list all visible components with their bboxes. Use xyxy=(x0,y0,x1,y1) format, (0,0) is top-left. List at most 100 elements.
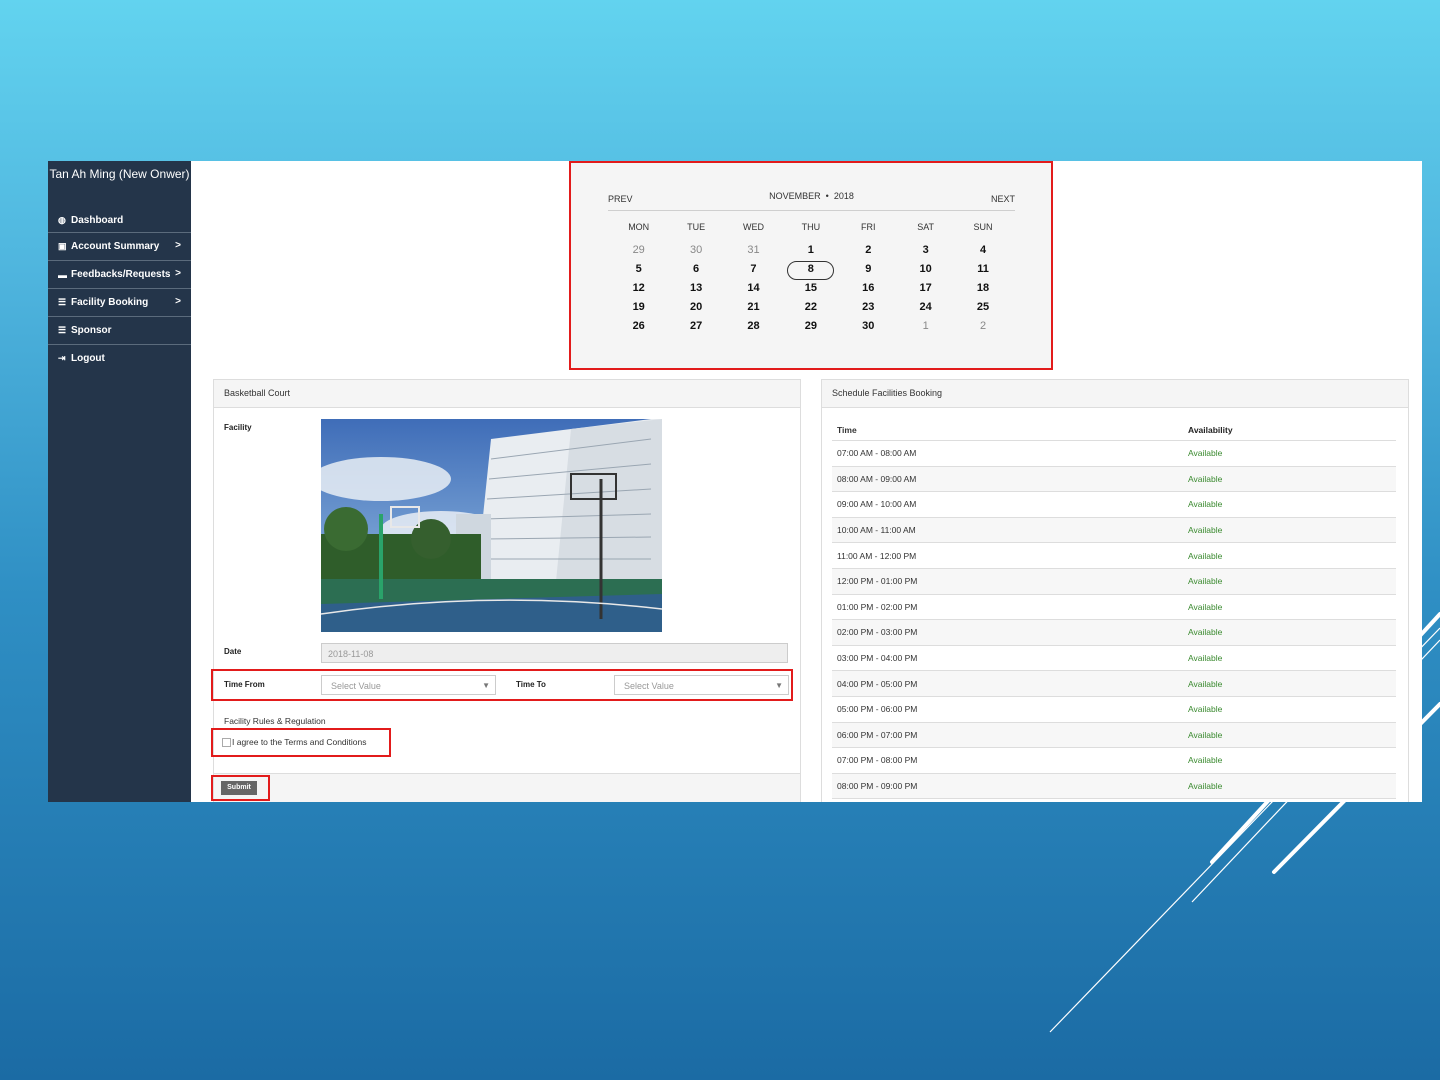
calendar-day[interactable]: 19 xyxy=(610,298,667,317)
time-slot: 07:00 PM - 08:00 PM xyxy=(837,755,918,766)
time-from-select[interactable]: Select Value ▼ xyxy=(321,675,496,695)
calendar-weekday: FRI xyxy=(861,222,876,232)
calendar-day[interactable]: 2 xyxy=(954,317,1011,336)
sidebar-item-dashboard[interactable]: ◍ Dashboard xyxy=(48,208,191,233)
user-name: Tan Ah Ming (New Onwer) xyxy=(49,167,190,181)
calendar-day[interactable]: 1 xyxy=(897,317,954,336)
sidebar-item-sponsor[interactable]: ☰ Sponsor xyxy=(48,317,191,345)
table-row[interactable]: 05:00 PM - 06:00 PM Available xyxy=(832,697,1396,723)
calendar-day[interactable]: 9 xyxy=(840,260,897,279)
calendar-day[interactable]: 14 xyxy=(725,279,782,298)
calendar-day[interactable]: 28 xyxy=(725,317,782,336)
calendar-day[interactable]: 25 xyxy=(954,298,1011,317)
calendar-day[interactable]: 23 xyxy=(840,298,897,317)
table-row[interactable]: 01:00 PM - 02:00 PM Available xyxy=(832,595,1396,621)
time-slot: 06:00 PM - 07:00 PM xyxy=(837,729,918,740)
calendar-day[interactable]: 30 xyxy=(840,317,897,336)
table-row[interactable]: 04:00 PM - 05:00 PM Available xyxy=(832,671,1396,697)
calendar-day[interactable]: 13 xyxy=(667,279,724,298)
sidebar-item-label: Account Summary xyxy=(71,241,160,252)
sidebar-item-feedbacks[interactable]: ▬ Feedbacks/Requests > xyxy=(48,261,191,289)
schedule-panel: Schedule Facilities Booking Time Availab… xyxy=(821,379,1409,802)
table-row[interactable]: 06:00 PM - 07:00 PM Available xyxy=(832,722,1396,749)
calendar-day[interactable]: 26 xyxy=(610,317,667,336)
calendar-day[interactable]: 22 xyxy=(782,298,839,317)
calendar-day[interactable]: 3 xyxy=(897,241,954,260)
calendar-grid: MON TUE WED THU FRI SAT SUN 29 30 31 1 2 3 4 5 6 7 8 9 10 1… xyxy=(610,219,1012,336)
table-row[interactable]: 07:00 PM - 08:00 PM Available xyxy=(832,748,1396,774)
availability-status: Available xyxy=(1188,755,1223,766)
sidebar-item-label: Facility Booking xyxy=(71,297,149,308)
sidebar-item-label: Feedbacks/Requests xyxy=(71,269,171,280)
calendar-day[interactable]: 17 xyxy=(897,279,954,298)
calendar-day[interactable]: 6 xyxy=(667,260,724,279)
list-icon: ☰ xyxy=(58,325,67,335)
schedule-panel-title: Schedule Facilities Booking xyxy=(822,380,1408,408)
chevron-right-icon: > xyxy=(175,296,181,307)
table-row[interactable]: 12:00 PM - 01:00 PM Available xyxy=(832,568,1396,595)
calendar-day[interactable]: 16 xyxy=(840,279,897,298)
time-slot: 08:00 PM - 09:00 PM xyxy=(837,781,918,792)
table-row[interactable]: 03:00 PM - 04:00 PM Available xyxy=(832,646,1396,672)
terms-label[interactable]: I agree to the Terms and Conditions xyxy=(232,737,367,747)
date-field[interactable]: 2018-11-08 xyxy=(321,643,788,663)
sidebar-item-account-summary[interactable]: ▣ Account Summary > xyxy=(48,233,191,261)
time-to-label: Time To xyxy=(516,680,546,689)
calendar-day[interactable]: 18 xyxy=(954,279,1011,298)
table-row[interactable]: 09:00 PM - 10:00 PMAvailable xyxy=(832,799,1396,802)
time-slot: 10:00 AM - 11:00 AM xyxy=(837,525,916,536)
calendar-day[interactable]: 29 xyxy=(610,241,667,260)
calendar-day[interactable]: 4 xyxy=(954,241,1011,260)
table-row[interactable]: 08:00 AM - 09:00 AM Available xyxy=(832,466,1396,493)
calendar-day[interactable]: 12 xyxy=(610,279,667,298)
calendar-day[interactable]: 1 xyxy=(782,241,839,260)
calendar-day[interactable]: 2 xyxy=(840,241,897,260)
time-slot: 11:00 AM - 12:00 PM xyxy=(837,550,917,561)
calendar-day-selected[interactable]: 8 xyxy=(782,260,839,280)
calendar-day[interactable]: 31 xyxy=(725,241,782,260)
sidebar: Tan Ah Ming (New Onwer) ◍ Dashboard ▣ Ac… xyxy=(48,161,191,802)
availability-status: Available xyxy=(1188,678,1223,689)
booking-panel-title: Basketball Court xyxy=(214,380,800,408)
time-slot: 01:00 PM - 02:00 PM xyxy=(837,601,918,612)
calendar-day[interactable]: 10 xyxy=(897,260,954,279)
folder-icon: ▣ xyxy=(58,241,67,251)
time-from-label: Time From xyxy=(224,680,265,689)
table-row[interactable]: 11:00 AM - 12:00 PM Available xyxy=(832,543,1396,569)
sidebar-item-facility-booking[interactable]: ☰ Facility Booking > xyxy=(48,289,191,317)
calendar-day[interactable]: 24 xyxy=(897,298,954,317)
terms-checkbox[interactable] xyxy=(222,738,231,747)
time-slot: 07:00 AM - 08:00 AM xyxy=(837,448,917,459)
facility-label: Facility xyxy=(224,423,252,432)
dropdown-arrow-icon: ▼ xyxy=(775,681,783,690)
list-icon: ☰ xyxy=(58,297,67,307)
sidebar-item-logout[interactable]: ⇥ Logout xyxy=(48,345,191,372)
calendar-day[interactable]: 7 xyxy=(725,260,782,279)
table-row[interactable]: 10:00 AM - 11:00 AM Available xyxy=(832,517,1396,544)
calendar-day[interactable]: 29 xyxy=(782,317,839,336)
table-row[interactable]: 08:00 PM - 09:00 PM Available xyxy=(832,773,1396,800)
calendar-weekday: WED xyxy=(742,222,764,232)
calendar-weekday: SAT xyxy=(917,222,935,232)
calendar-day[interactable]: 30 xyxy=(667,241,724,260)
calendar-day[interactable]: 27 xyxy=(667,317,724,336)
availability-status: Available xyxy=(1188,525,1223,536)
calendar-day[interactable]: 21 xyxy=(725,298,782,317)
table-row[interactable]: 02:00 PM - 03:00 PM Available xyxy=(832,620,1396,646)
table-row[interactable]: 09:00 AM - 10:00 AM Available xyxy=(832,492,1396,518)
booking-panel-footer xyxy=(214,773,800,802)
calendar-day[interactable]: 15 xyxy=(782,279,839,298)
calendar-day[interactable]: 5 xyxy=(610,260,667,279)
time-to-select[interactable]: Select Value ▼ xyxy=(614,675,789,695)
calendar-day[interactable]: 20 xyxy=(667,298,724,317)
calendar-day[interactable]: 11 xyxy=(954,260,1011,279)
calendar-week-row: 12 13 14 15 16 17 18 xyxy=(610,279,1012,298)
calendar-year: 2018 xyxy=(833,191,854,201)
availability-status: Available xyxy=(1188,704,1223,715)
calendar-next-button[interactable]: NEXT xyxy=(991,194,1015,204)
time-slot: 05:00 PM - 06:00 PM xyxy=(837,704,918,715)
table-row[interactable]: 07:00 AM - 08:00 AM Available xyxy=(832,441,1396,467)
availability-status: Available xyxy=(1188,627,1223,638)
rules-label[interactable]: Facility Rules & Regulation xyxy=(224,716,326,726)
submit-button[interactable]: Submit xyxy=(221,781,257,795)
